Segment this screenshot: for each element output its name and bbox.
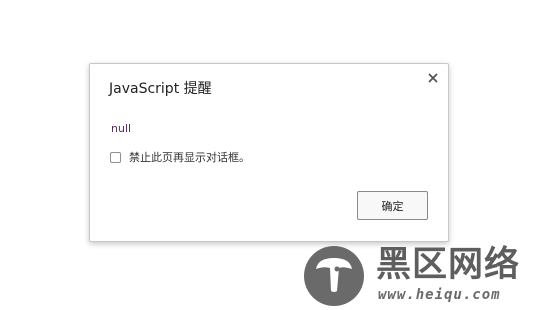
watermark-url: www.heiqu.com	[378, 287, 501, 303]
watermark: 黑区网络 www.heiqu.com	[303, 245, 533, 307]
suppress-dialogs-checkbox[interactable]	[110, 151, 121, 163]
watermark-title: 黑区网络	[376, 245, 521, 285]
alert-message: null	[111, 122, 132, 135]
suppress-dialogs-label[interactable]: 禁止此页再显示对话框。	[129, 149, 250, 165]
ok-button[interactable]: 确定	[357, 191, 428, 220]
suppress-dialogs-option[interactable]: 禁止此页再显示对话框。	[110, 150, 250, 164]
close-button[interactable]	[426, 70, 440, 84]
mushroom-logo	[304, 246, 364, 306]
javascript-alert-dialog: JavaScript 提醒 null 禁止此页再显示对话框。 确定	[89, 63, 449, 242]
page: JavaScript 提醒 null 禁止此页再显示对话框。 确定 黑区网络 w…	[0, 0, 535, 310]
close-icon	[428, 73, 438, 83]
dialog-title: JavaScript 提醒	[109, 81, 212, 97]
